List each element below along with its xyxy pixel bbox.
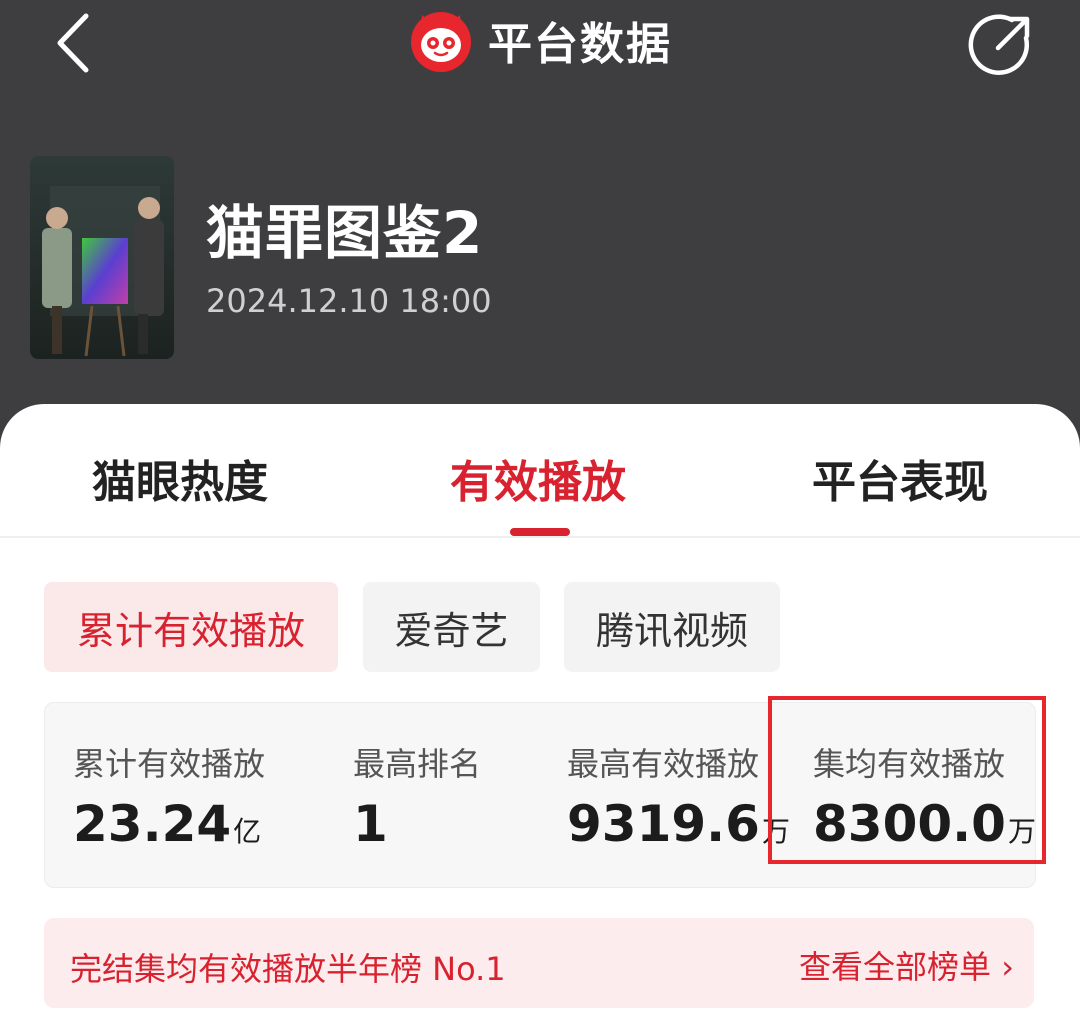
header-title-group: 平台数据 [0, 0, 1080, 80]
stat-label: 最高排名 [353, 745, 482, 783]
header: 平台数据 猫罪图鉴2 2024.12.10 18:00 [0, 0, 1080, 400]
stat-value: 9319.6万 [567, 795, 790, 853]
page-title: 平台数据 [488, 19, 672, 70]
maoyan-cat-logo-icon [411, 12, 471, 72]
view-all-rankings-link[interactable]: 查看全部榜单 › [799, 942, 1014, 988]
share-button[interactable] [966, 10, 1036, 80]
share-icon [968, 14, 1030, 75]
tab-platform-performance[interactable]: 平台表现 [812, 446, 988, 510]
stat-value: 23.24亿 [73, 795, 262, 853]
active-tab-indicator [510, 528, 570, 536]
show-poster-image [30, 156, 174, 359]
stat-label: 累计有效播放 [73, 745, 266, 783]
filter-cumulative-plays[interactable]: 累计有效播放 [44, 582, 338, 672]
filter-iqiyi[interactable]: 爱奇艺 [363, 582, 540, 672]
tab-maoyan-heat[interactable]: 猫眼热度 [92, 446, 268, 510]
stat-label: 最高有效播放 [567, 745, 760, 783]
show-name: 猫罪图鉴2 [206, 199, 484, 267]
tab-bar: 猫眼热度 有效播放 平台表现 [0, 404, 1080, 538]
content-card: 猫眼热度 有效播放 平台表现 累计有效播放 爱奇艺 腾讯视频 累计有效播放 23… [0, 404, 1080, 1027]
show-poster[interactable] [30, 156, 174, 359]
show-air-time: 2024.12.10 18:00 [206, 282, 492, 320]
ranking-text: 完结集均有效播放半年榜 No.1 [70, 950, 506, 988]
ranking-banner[interactable]: 完结集均有效播放半年榜 No.1 查看全部榜单 › [44, 918, 1034, 1008]
stat-value: 1 [353, 795, 388, 853]
highlight-annotation-box [768, 696, 1046, 864]
tab-effective-plays[interactable]: 有效播放 [450, 446, 626, 510]
filter-tencent-video[interactable]: 腾讯视频 [564, 582, 780, 672]
